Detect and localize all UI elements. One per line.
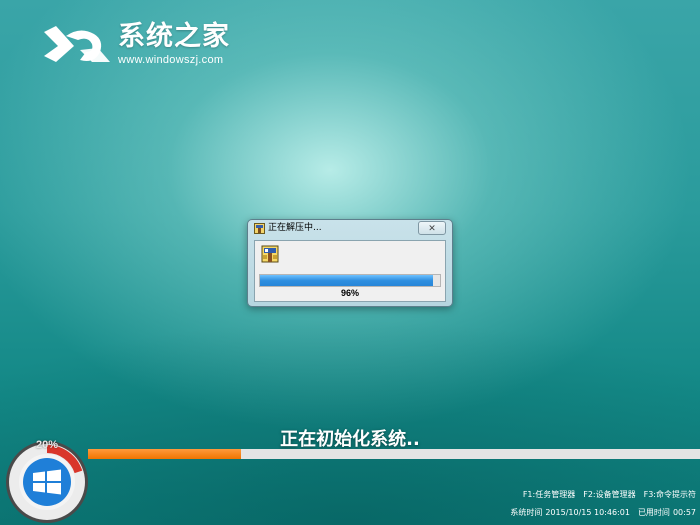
windowszj-logo-icon (44, 26, 110, 62)
extract-dialog: 正在解压中... ✕ 96% (247, 219, 453, 307)
desktop: 系统之家 www.windowszj.com 正在解压中... ✕ 96% 正在… (0, 0, 700, 525)
dialog-titlebar[interactable]: 正在解压中... ✕ (248, 220, 452, 238)
extract-progress-fill (260, 275, 433, 286)
gauge-percent: 20% (35, 439, 59, 451)
install-gauge: 20% (4, 438, 90, 524)
extract-progress-percent: 96% (340, 288, 359, 298)
archive-small-icon (254, 223, 265, 234)
dialog-body: 96% (254, 240, 446, 302)
elapsed-time-value: 00:57 (672, 508, 696, 517)
dialog-close-button[interactable]: ✕ (418, 221, 446, 235)
logo-url: www.windowszj.com (118, 54, 224, 66)
system-info: 系统时间 2015/10/15 10:46:01 已用时间 00:57 (510, 507, 696, 518)
install-progress-fill (88, 449, 241, 459)
hotkey-task-manager[interactable]: F1:任务管理器 (523, 489, 575, 500)
extract-progress-bar (259, 274, 441, 287)
logo-title: 系统之家 (118, 21, 230, 52)
hotkey-command-prompt[interactable]: F3:命令提示符 (644, 489, 696, 500)
brand-logo: 系统之家 www.windowszj.com (40, 22, 230, 67)
system-time: 系统时间 2015/10/15 10:46:01 (510, 507, 630, 518)
elapsed-time-label: 已用时间 (637, 508, 670, 517)
hotkey-bar: F1:任务管理器 F2:设备管理器 F3:命令提示符 (523, 489, 696, 500)
hotkey-device-manager[interactable]: F2:设备管理器 (583, 489, 635, 500)
system-time-label: 系统时间 (510, 508, 543, 517)
dialog-title: 正在解压中... (268, 223, 322, 233)
system-time-value: 2015/10/15 10:46:01 (545, 508, 630, 517)
logo-text: 系统之家 www.windowszj.com (118, 22, 230, 67)
status-message: 正在初始化系统.. (280, 429, 420, 450)
archive-icon (261, 245, 279, 263)
install-progress-bar (88, 449, 700, 459)
elapsed-time: 已用时间 00:57 (638, 507, 696, 518)
